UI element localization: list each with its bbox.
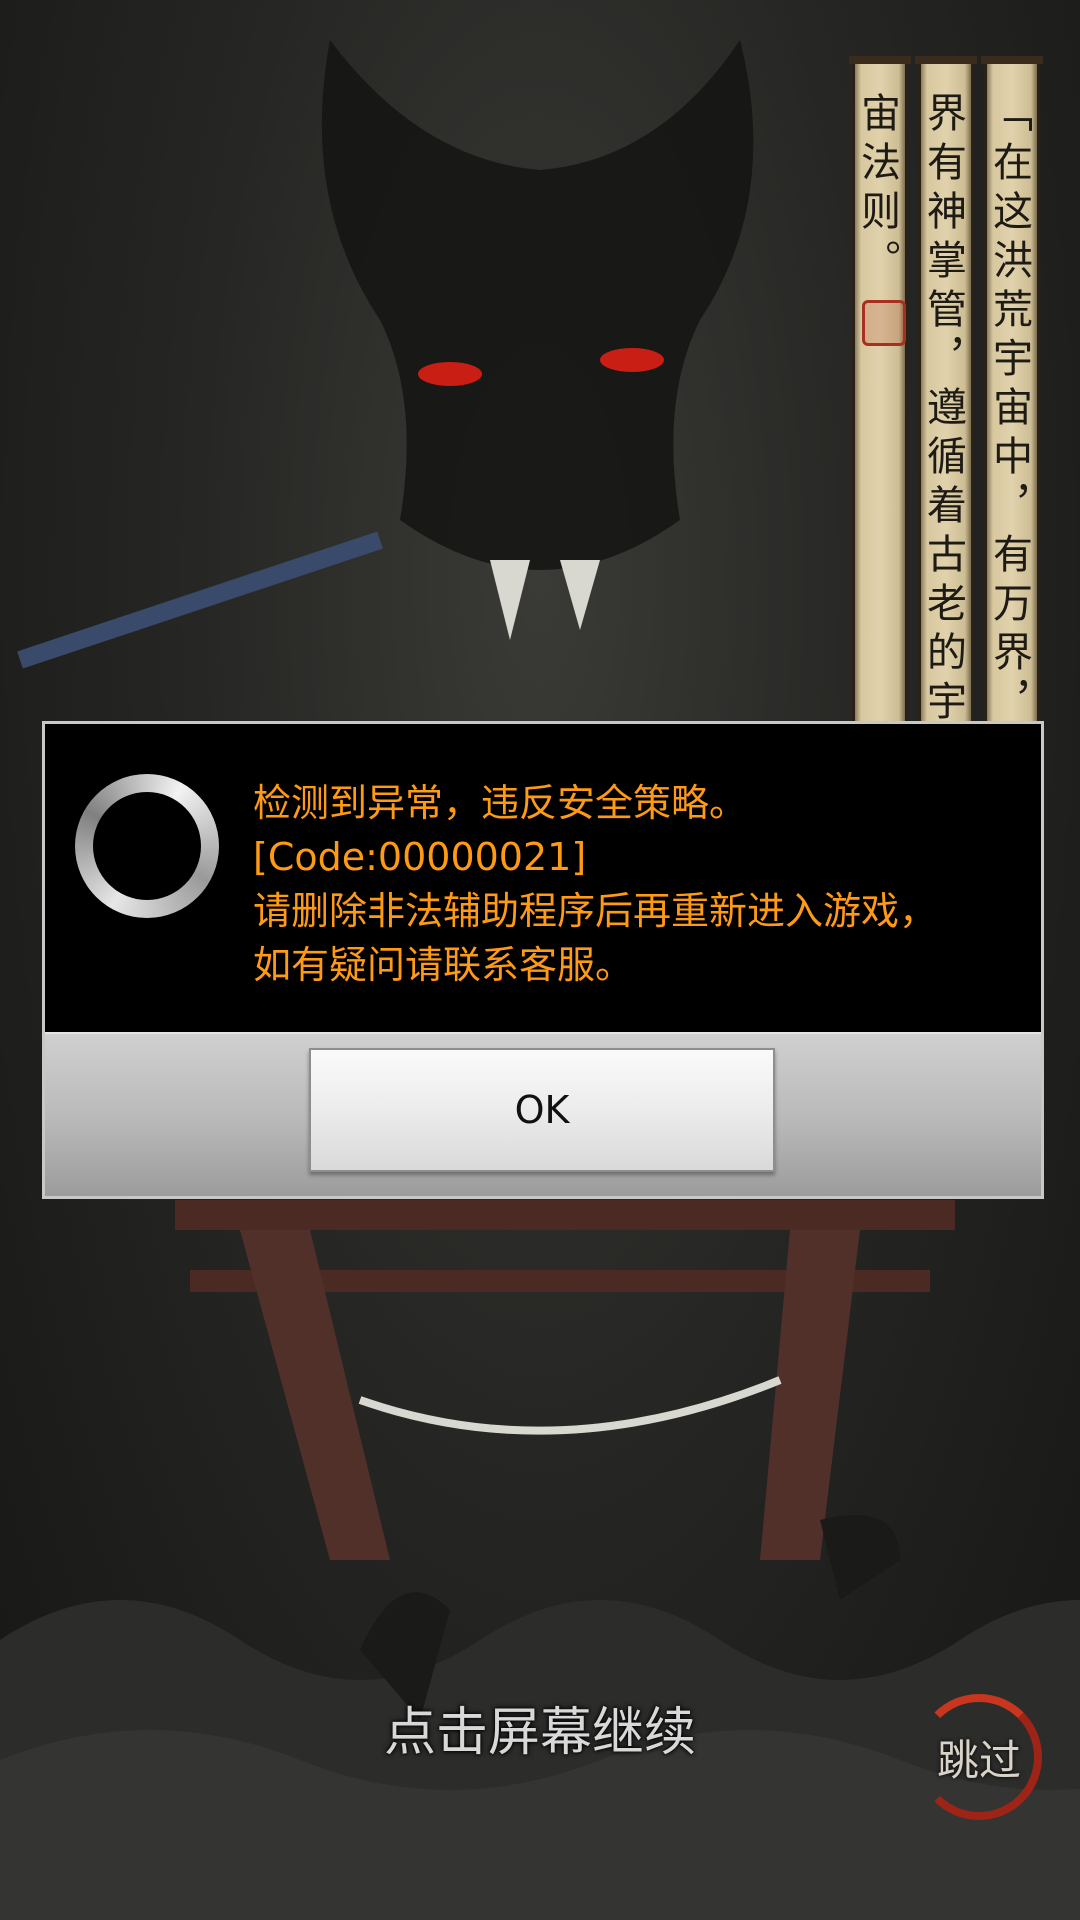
seal-stamp — [862, 300, 906, 346]
scroll-3: 宙法则。 — [849, 56, 911, 808]
message-line-1: 检测到异常，违反安全策略。 — [253, 781, 748, 825]
loading-spinner-icon — [75, 774, 219, 918]
scroll-2: 界有神掌管，遵循着古老的宇 — [915, 56, 977, 808]
scroll-1: 「在这洪荒宇宙中，有万界，每 — [981, 56, 1043, 808]
error-message: 检测到异常，违反安全策略。 [Code:00000021] 请删除非法辅助程序后… — [253, 776, 1043, 992]
dialog-button-bar: OK — [45, 1032, 1041, 1196]
message-line-2: [Code:00000021] — [253, 835, 587, 879]
skip-button[interactable]: 跳过 — [916, 1694, 1042, 1820]
dialog-body: 检测到异常，违反安全策略。 [Code:00000021] 请删除非法辅助程序后… — [45, 724, 1041, 1032]
scroll-text-2: 界有神掌管，遵循着古老的宇 — [920, 92, 966, 729]
ok-button[interactable]: OK — [309, 1048, 775, 1172]
alert-dialog: 检测到异常，违反安全策略。 [Code:00000021] 请删除非法辅助程序后… — [42, 721, 1044, 1199]
scroll-text-3: 宙法则。 — [854, 92, 900, 288]
scroll-text-1: 「在这洪荒宇宙中，有万界，每 — [986, 92, 1032, 778]
message-line-3: 请删除非法辅助程序后再重新进入游戏， — [253, 889, 938, 933]
message-line-4: 如有疑问请联系客服。 — [253, 943, 634, 987]
skip-label: 跳过 — [936, 1735, 1021, 1785]
